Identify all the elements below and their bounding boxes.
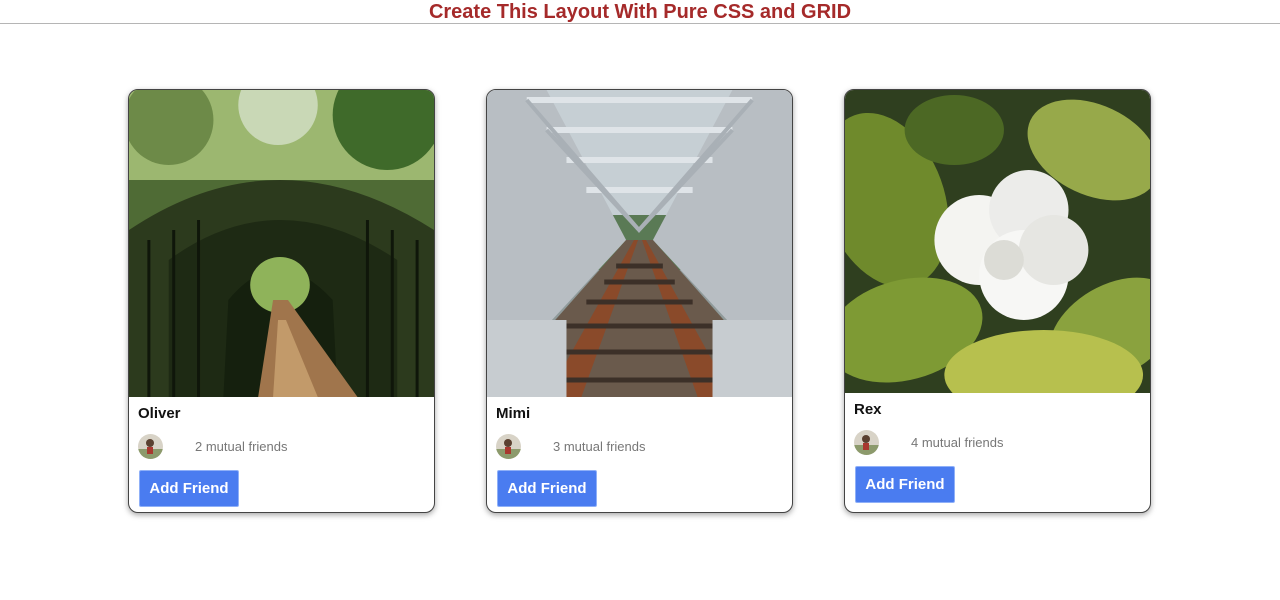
card-photo bbox=[845, 90, 1150, 393]
card-name: Mimi bbox=[496, 405, 531, 422]
mutual-friends-row: 4 mutual friends bbox=[854, 429, 1141, 455]
card-grid: Oliver 2 mutual friends Add Friend Mimi … bbox=[128, 89, 1151, 513]
mutual-friends-text: 2 mutual friends bbox=[195, 438, 288, 454]
card-name: Oliver bbox=[138, 405, 181, 422]
avatar-icon bbox=[138, 433, 163, 459]
mutual-friends-row: 3 mutual friends bbox=[496, 433, 783, 459]
avatar-icon bbox=[854, 429, 879, 455]
card-name: Rex bbox=[854, 401, 882, 418]
card-photo bbox=[129, 90, 434, 397]
avatar bbox=[138, 433, 163, 459]
avatar-icon bbox=[496, 433, 521, 459]
add-friend-button[interactable]: Add Friend bbox=[855, 466, 955, 503]
add-friend-button[interactable]: Add Friend bbox=[139, 470, 239, 507]
friend-card: Rex 4 mutual friends Add Friend bbox=[844, 89, 1151, 513]
page-header: Create This Layout With Pure CSS and GRI… bbox=[0, 0, 1280, 24]
page-title: Create This Layout With Pure CSS and GRI… bbox=[428, 1, 852, 23]
mutual-friends-text: 4 mutual friends bbox=[911, 434, 1004, 450]
card-body: Mimi 3 mutual friends Add Friend bbox=[487, 397, 792, 507]
card-body: Oliver 2 mutual friends Add Friend bbox=[129, 397, 434, 507]
mutual-friends-row: 2 mutual friends bbox=[138, 433, 425, 459]
card-photo bbox=[487, 90, 792, 397]
friend-card: Oliver 2 mutual friends Add Friend bbox=[128, 89, 435, 513]
avatar bbox=[496, 433, 521, 459]
add-friend-button[interactable]: Add Friend bbox=[497, 470, 597, 507]
avatar bbox=[854, 429, 879, 455]
card-body: Rex 4 mutual friends Add Friend bbox=[845, 393, 1150, 503]
friend-card: Mimi 3 mutual friends Add Friend bbox=[486, 89, 793, 513]
mutual-friends-text: 3 mutual friends bbox=[553, 438, 646, 454]
